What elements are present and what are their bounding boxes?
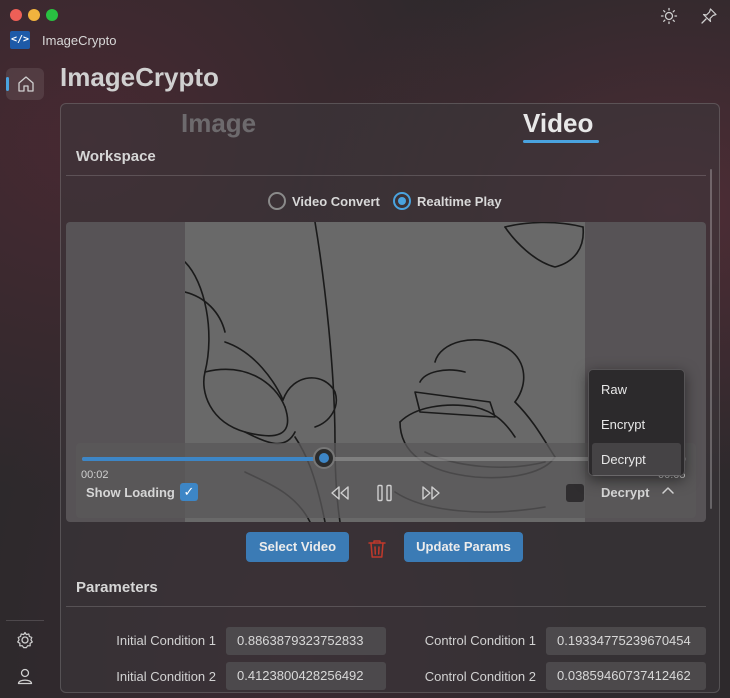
mode-realtime-play-label: Realtime Play <box>417 193 502 209</box>
rewind-icon <box>331 486 349 500</box>
active-tab-indicator <box>523 140 599 143</box>
chevron-up-icon[interactable] <box>661 483 675 499</box>
initial-condition-1-field[interactable] <box>226 627 386 655</box>
current-time: 00:02 <box>81 469 109 481</box>
minimize-window-button[interactable] <box>28 9 40 21</box>
show-loading-label: Show Loading <box>86 485 175 500</box>
select-video-button[interactable]: Select Video <box>246 532 349 562</box>
delete-button[interactable] <box>366 538 388 560</box>
sidebar-divider <box>6 620 44 621</box>
control-condition-2-label: Control Condition 2 <box>424 669 536 684</box>
home-icon <box>18 76 34 92</box>
menu-item-encrypt[interactable]: Encrypt <box>592 408 681 441</box>
radio-realtime-play[interactable] <box>393 192 411 210</box>
show-loading-checkbox[interactable]: ✓ <box>180 483 198 501</box>
secondary-toggle[interactable] <box>566 484 584 502</box>
mode-video-convert[interactable]: Video Convert <box>268 192 380 210</box>
seek-thumb[interactable] <box>312 447 335 469</box>
crypto-mode-value[interactable]: Decrypt <box>601 485 649 500</box>
settings-gear-icon[interactable] <box>15 630 35 650</box>
workspace-title: Workspace <box>76 148 156 165</box>
rewind-button[interactable] <box>327 481 353 505</box>
page-title: ImageCrypto <box>60 62 219 92</box>
trash-icon <box>368 540 386 558</box>
seek-bar-progress <box>82 457 324 461</box>
user-account-icon[interactable] <box>15 666 35 686</box>
mode-video-convert-label: Video Convert <box>292 193 380 209</box>
scrollbar[interactable] <box>710 169 712 509</box>
radio-video-convert[interactable] <box>268 192 286 210</box>
control-condition-2-field[interactable] <box>546 662 706 690</box>
tab-image[interactable]: Image <box>181 108 256 139</box>
menu-item-decrypt[interactable]: Decrypt <box>592 443 681 476</box>
pause-button[interactable] <box>372 481 398 505</box>
fast-forward-button[interactable] <box>418 481 444 505</box>
menu-item-raw[interactable]: Raw <box>592 373 681 406</box>
pause-icon <box>377 484 392 502</box>
initial-condition-2-field[interactable] <box>226 662 386 690</box>
active-indicator <box>6 77 9 91</box>
workspace-divider <box>66 175 706 176</box>
fast-forward-icon <box>422 486 440 500</box>
zoom-window-button[interactable] <box>46 9 58 21</box>
title-bar: </> ImageCrypto <box>0 0 730 56</box>
parameters-title: Parameters <box>76 579 158 596</box>
app-logo-icon: </> <box>10 31 30 49</box>
control-condition-1-label: Control Condition 1 <box>424 633 536 648</box>
nav-home[interactable] <box>6 68 44 100</box>
control-condition-1-field[interactable] <box>546 627 706 655</box>
pin-icon[interactable] <box>699 6 719 26</box>
tab-video[interactable]: Video <box>523 108 593 139</box>
theme-toggle-icon[interactable] <box>659 6 679 26</box>
sidebar <box>0 60 50 698</box>
crypto-mode-menu: Raw Encrypt Decrypt <box>588 369 685 476</box>
initial-condition-2-label: Initial Condition 2 <box>116 669 216 684</box>
mode-realtime-play[interactable]: Realtime Play <box>393 192 502 210</box>
initial-condition-1-label: Initial Condition 1 <box>116 633 216 648</box>
update-params-button[interactable]: Update Params <box>404 532 523 562</box>
close-window-button[interactable] <box>10 9 22 21</box>
app-name: ImageCrypto <box>42 33 117 48</box>
parameters-divider <box>66 606 706 607</box>
